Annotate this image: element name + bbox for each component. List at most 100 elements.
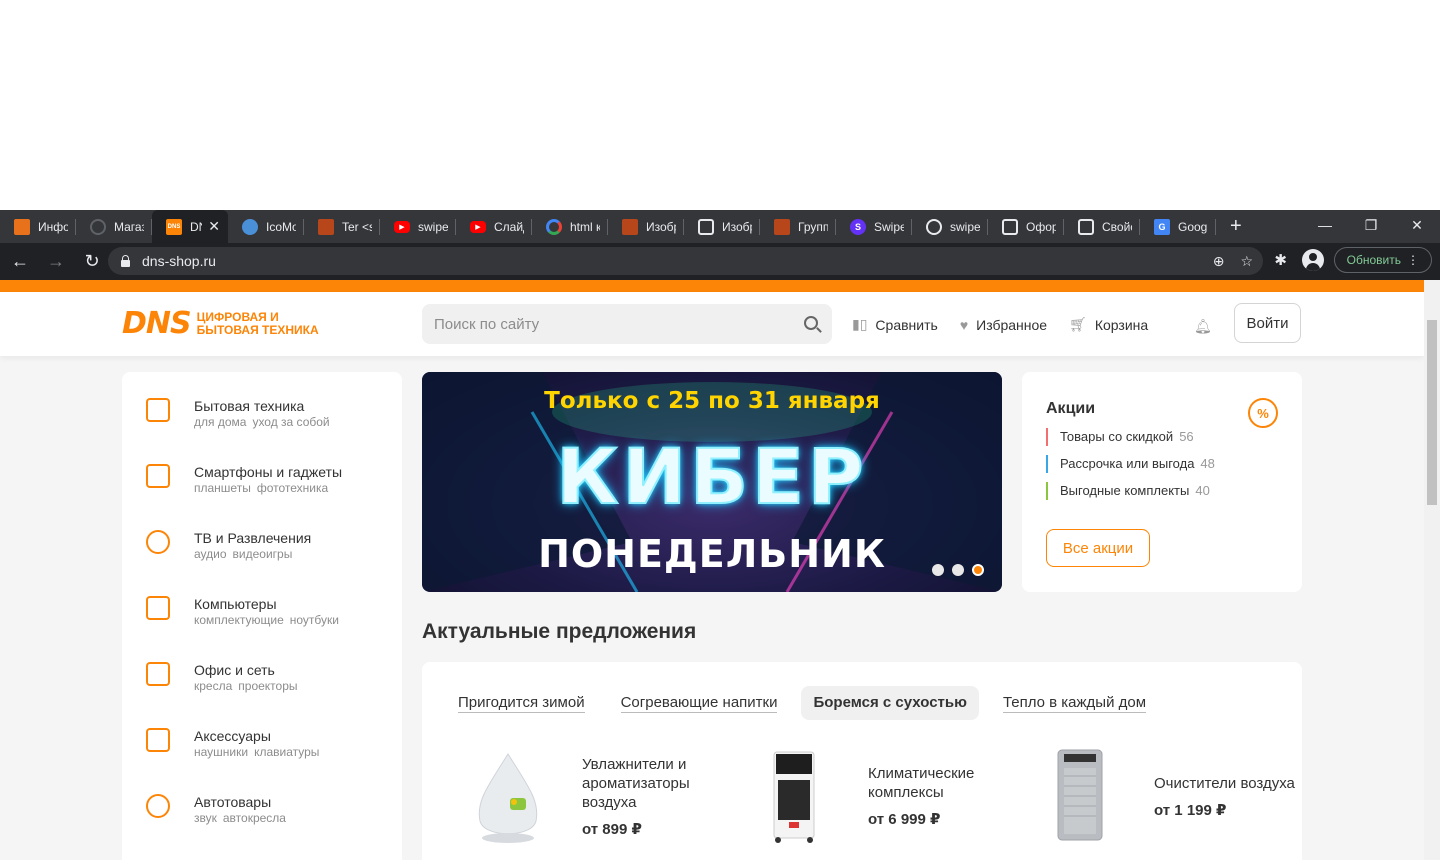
subcategory-link[interactable]: звук [194, 811, 217, 825]
browser-tab[interactable]: DNS DNS ✕ [152, 210, 228, 243]
profile-avatar-icon[interactable] [1301, 249, 1324, 271]
browser-tab[interactable]: Изобр [608, 210, 684, 243]
browser-tab[interactable]: Изобр [684, 210, 760, 243]
restore-button[interactable]: ❐ [1348, 210, 1394, 240]
offer-tab[interactable]: Согревающие напитки [609, 686, 790, 720]
browser-tab[interactable]: Магаз [76, 210, 152, 243]
product-card[interactable]: Очистители воздуха от 1 199 ₽ [1030, 746, 1310, 846]
product-image[interactable] [458, 746, 558, 846]
browser-tab[interactable]: Оформ [988, 210, 1064, 243]
category-title[interactable]: Офис и сеть [194, 662, 298, 678]
subcategory-link[interactable]: видеоигры [233, 547, 293, 561]
forward-button[interactable]: → [40, 246, 72, 278]
product-card[interactable]: Климатические комплексы от 6 999 ₽ [744, 746, 1024, 846]
all-promos-button[interactable]: Все акции [1046, 529, 1150, 567]
category-item[interactable]: Автотовары звук автокресла [122, 786, 402, 852]
slider-dot[interactable] [952, 564, 964, 576]
category-title[interactable]: Бытовая техника [194, 398, 330, 414]
youtube-icon: ▶ [470, 220, 486, 233]
promo-item-count: 48 [1200, 456, 1215, 471]
bricks-icon [622, 218, 638, 235]
back-button[interactable]: ← [4, 246, 36, 278]
subcategory-link[interactable]: комплектующие [194, 613, 284, 627]
category-item[interactable]: Смартфоны и гаджеты планшеты фототехника [122, 456, 402, 522]
product-name[interactable]: Климатические комплексы [868, 764, 1024, 802]
promo-strip[interactable] [0, 280, 1424, 292]
browser-tab[interactable]: Инфор [0, 210, 76, 243]
offer-tab-label: Боремся с сухостью [813, 694, 967, 711]
tab-title: Слайд [494, 219, 524, 234]
subcategory-link[interactable]: ноутбуки [290, 613, 339, 627]
browser-tab[interactable]: IcoMo [228, 210, 304, 243]
category-item[interactable]: Компьютеры комплектующие ноутбуки [122, 588, 402, 654]
browser-tab[interactable]: ▶ Слайд [456, 210, 532, 243]
url-text: dns-shop.ru [142, 253, 216, 269]
category-item[interactable]: ТВ и Развлечения аудио видеоигры [122, 522, 402, 588]
subcategory-link[interactable]: кресла [194, 679, 232, 693]
subcategory-link[interactable]: автокресла [223, 811, 286, 825]
offer-tab[interactable]: Пригодится зимой [446, 686, 597, 720]
dns-logo[interactable]: DNS Цифровая и бытовая техника [122, 309, 319, 339]
banner-headline: КИБЕР [555, 431, 868, 522]
offer-tab[interactable]: Боремся с сухостью [801, 686, 979, 720]
product-card[interactable]: Увлажнители и ароматизаторы воздуха от 89… [458, 746, 738, 846]
category-item[interactable]: Офис и сеть кресла проекторы [122, 654, 402, 720]
subcategory-link[interactable]: уход за собой [252, 415, 329, 429]
subcategory-link[interactable]: клавиатуры [254, 745, 319, 759]
browser-tab[interactable]: swiper [912, 210, 988, 243]
install-app-icon[interactable]: ⊕ [1213, 253, 1225, 270]
address-bar[interactable]: dns-shop.ru ⊕ ☆ [108, 247, 1263, 275]
update-button[interactable]: Обновить ⋮ [1333, 247, 1432, 273]
close-tab-icon[interactable]: ✕ [208, 218, 220, 235]
compare-link[interactable]: ▮▯ Сравнить [852, 316, 938, 333]
browser-tab[interactable]: G Googl [1140, 210, 1216, 243]
subcategory-link[interactable]: наушники [194, 745, 248, 759]
subcategory-link[interactable]: фототехника [257, 481, 328, 495]
search-input[interactable] [434, 315, 794, 333]
browser-tab[interactable]: Свойс [1064, 210, 1140, 243]
subcategory-link[interactable]: для дома [194, 415, 246, 429]
bookmark-star-icon[interactable]: ☆ [1240, 253, 1253, 270]
promo-item[interactable]: Товары со скидкой 56 [1046, 428, 1278, 446]
bell-icon[interactable]: 🔔︎ [1194, 318, 1212, 335]
promo-item[interactable]: Рассрочка или выгода 48 [1046, 455, 1278, 473]
scrollbar-thumb[interactable] [1427, 320, 1437, 505]
slider-dot[interactable] [972, 564, 984, 576]
favorites-link[interactable]: ♥ Избранное [960, 317, 1047, 333]
new-tab-button[interactable]: + [1230, 210, 1242, 243]
product-name[interactable]: Увлажнители и ароматизаторы воздуха [582, 755, 738, 812]
offer-tab[interactable]: Тепло в каждый дом [991, 686, 1158, 720]
promo-item[interactable]: Выгодные комплекты 40 [1046, 482, 1278, 500]
cart-link[interactable]: 🛒︎ Корзина [1069, 316, 1148, 333]
browser-tab[interactable]: html к [532, 210, 608, 243]
product-image[interactable] [1030, 746, 1130, 846]
page-scrollbar[interactable] [1424, 280, 1440, 860]
product-name[interactable]: Очистители воздуха [1154, 774, 1295, 793]
login-button[interactable]: Войти [1234, 303, 1301, 343]
category-title[interactable]: ТВ и Развлечения [194, 530, 311, 546]
category-title[interactable]: Компьютеры [194, 596, 339, 612]
category-item[interactable]: Аксессуары наушники клавиатуры [122, 720, 402, 786]
close-window-button[interactable]: ✕ [1394, 210, 1440, 240]
category-title[interactable]: Аксессуары [194, 728, 319, 744]
category-item[interactable]: Бытовая техника для дома уход за собой [122, 390, 402, 456]
browser-tab[interactable]: Групп [760, 210, 836, 243]
slider-dot[interactable] [932, 564, 944, 576]
category-title[interactable]: Автотовары [194, 794, 286, 810]
browser-tabstrip: Инфор Магаз DNS DNS ✕ IcoMo Ter <s ▶ swiper ▶ Слай… [0, 210, 1440, 243]
extensions-puzzle-icon[interactable]: ✱ [1270, 251, 1292, 269]
reload-button[interactable]: ↻ [76, 246, 108, 278]
browser-tab[interactable]: Ter <s [304, 210, 380, 243]
browser-tab[interactable]: S Swipe [836, 210, 912, 243]
subcategory-link[interactable]: планшеты [194, 481, 251, 495]
promo-banner[interactable]: Только с 25 по 31 января КИБЕР ПОНЕДЕЛЬН… [422, 372, 1002, 592]
category-title[interactable]: Смартфоны и гаджеты [194, 464, 342, 480]
minimize-button[interactable]: — [1302, 210, 1348, 240]
browser-tab[interactable]: ▶ swiper [380, 210, 456, 243]
subcategory-link[interactable]: аудио [194, 547, 227, 561]
computer-icon [146, 596, 170, 620]
product-image[interactable] [744, 746, 844, 846]
search-icon[interactable] [804, 316, 818, 330]
category-text: Офис и сеть кресла проекторы [194, 654, 298, 694]
subcategory-link[interactable]: проекторы [238, 679, 297, 693]
